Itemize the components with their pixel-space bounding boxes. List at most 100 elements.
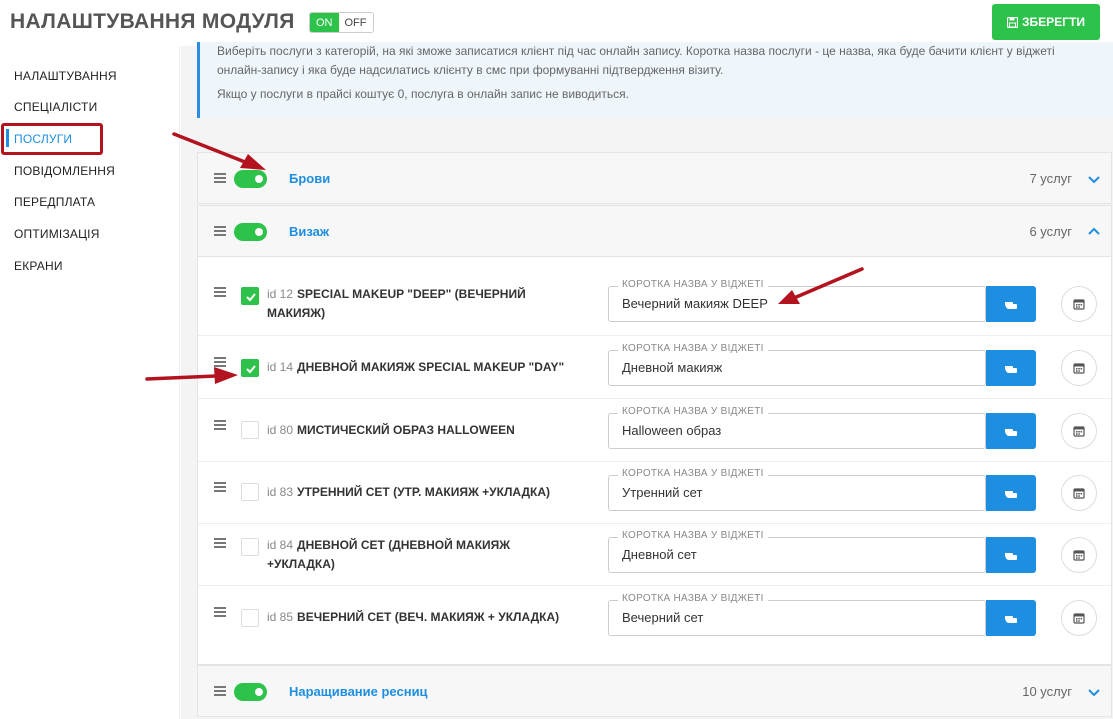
short-name-label: КОРОТКА НАЗВА У ВІДЖЕТІ: [618, 279, 768, 290]
chevron-down-icon[interactable]: [1086, 687, 1102, 699]
sidebar-item-screens[interactable]: ЕКРАНИ: [14, 259, 63, 273]
calendar-icon: [1073, 488, 1085, 499]
toggle-off-option[interactable]: OFF: [338, 13, 373, 32]
service-checkbox[interactable]: [241, 609, 259, 627]
service-checkbox[interactable]: [241, 538, 259, 556]
service-name-block: id 83 УТРЕННИЙ СЕТ (УТР. МАКИЯЖ +УКЛАДКА): [267, 483, 597, 502]
sidebar-item-optimization[interactable]: ОПТИМІЗАЦІЯ: [14, 227, 100, 241]
category-count: 6 услуг: [1029, 224, 1072, 239]
service-row: id 84 ДНЕВНОЙ СЕТ (ДНЕВНОЙ МАКИЯЖ +УКЛАДК…: [198, 524, 1111, 586]
calendar-button[interactable]: [1061, 350, 1097, 386]
service-id: id 84: [267, 538, 294, 552]
service-name-block: id 14 ДНЕВНОЙ МАКИЯЖ SPECIAL MAKEUP "DAY": [267, 358, 597, 377]
service-name: SPECIAL MAKEUP "DEEP" (ВЕЧЕРНИЙ МАКИЯЖ): [267, 287, 526, 320]
service-checkbox[interactable]: [241, 483, 259, 501]
short-name-input[interactable]: [622, 360, 982, 375]
info-text-line: Якщо у послуги в прайсі коштує 0, послуг…: [217, 87, 629, 101]
drag-handle-icon[interactable]: [214, 686, 226, 696]
hand-pointer-icon: [1005, 616, 1017, 623]
calendar-icon: [1073, 363, 1085, 374]
calendar-icon: [1073, 426, 1085, 437]
annotation-arrow-icon: [172, 132, 266, 170]
service-row: id 12 SPECIAL MAKEUP "DEEP" (ВЕЧЕРНИЙ МАК…: [198, 269, 1111, 336]
module-toggle[interactable]: ON OFF: [309, 12, 374, 33]
drag-handle-icon[interactable]: [214, 226, 226, 236]
calendar-icon: [1073, 550, 1085, 561]
sidebar-item-subscription[interactable]: ПЕРЕДПЛАТА: [14, 195, 95, 209]
calendar-button[interactable]: [1061, 413, 1097, 449]
toggle-on-option[interactable]: ON: [310, 13, 339, 32]
short-name-input[interactable]: [622, 485, 982, 500]
short-name-field[interactable]: КОРОТКА НАЗВА У ВІДЖЕТІ: [608, 530, 986, 573]
calendar-button[interactable]: [1061, 475, 1097, 511]
category-count: 10 услуг: [1022, 684, 1072, 699]
pointer-button[interactable]: [986, 286, 1036, 322]
hand-pointer-icon: [1005, 429, 1017, 436]
hand-pointer-icon: [1005, 302, 1017, 309]
drag-handle-icon[interactable]: [214, 607, 226, 617]
hand-pointer-icon: [1005, 366, 1017, 373]
service-name: МИСТИЧЕСКИЙ ОБРАЗ HALLOWEEN: [297, 423, 515, 437]
service-row: id 83 УТРЕННИЙ СЕТ (УТР. МАКИЯЖ +УКЛАДКА)…: [198, 462, 1111, 524]
calendar-button[interactable]: [1061, 537, 1097, 573]
service-name: ВЕЧЕРНИЙ СЕТ (ВЕЧ. МАКИЯЖ + УКЛАДКА): [297, 610, 560, 624]
category-row-lashes[interactable]: Наращивание ресниц 10 услуг: [197, 665, 1112, 717]
sidebar-item-settings[interactable]: НАЛАШТУВАННЯ: [14, 69, 117, 83]
annotation-arrow-icon: [145, 367, 238, 384]
category-row-makeup[interactable]: Визаж 6 услуг: [197, 205, 1112, 257]
chevron-down-icon[interactable]: [1086, 174, 1102, 186]
service-name: УТРЕННИЙ СЕТ (УТР. МАКИЯЖ +УКЛАДКА): [297, 485, 551, 499]
service-row: id 80 МИСТИЧЕСКИЙ ОБРАЗ HALLOWEEN КОРОТКА…: [198, 400, 1111, 462]
pointer-button[interactable]: [986, 537, 1036, 573]
category-name[interactable]: Визаж: [289, 224, 329, 239]
service-id: id 83: [267, 485, 294, 499]
pointer-button[interactable]: [986, 475, 1036, 511]
short-name-input[interactable]: [622, 610, 982, 625]
service-checkbox[interactable]: [241, 287, 259, 305]
short-name-label: КОРОТКА НАЗВА У ВІДЖЕТІ: [618, 530, 768, 541]
chevron-up-icon[interactable]: [1086, 225, 1102, 237]
calendar-button[interactable]: [1061, 600, 1097, 636]
short-name-input[interactable]: [622, 423, 982, 438]
service-name: ДНЕВНОЙ МАКИЯЖ SPECIAL MAKEUP "DAY": [297, 360, 565, 374]
category-toggle-switch[interactable]: [234, 223, 267, 241]
drag-handle-icon[interactable]: [214, 287, 226, 297]
service-name-block: id 12 SPECIAL MAKEUP "DEEP" (ВЕЧЕРНИЙ МАК…: [267, 285, 537, 323]
service-checkbox[interactable]: [241, 359, 259, 377]
sidebar-item-notifications[interactable]: ПОВІДОМЛЕННЯ: [14, 164, 115, 178]
pointer-button[interactable]: [986, 600, 1036, 636]
check-icon: [246, 365, 256, 374]
calendar-icon: [1073, 299, 1085, 310]
service-id: id 85: [267, 610, 294, 624]
pointer-button[interactable]: [986, 413, 1036, 449]
info-box: Виберіть послуги з категорій, на які змо…: [197, 42, 1113, 118]
drag-handle-icon[interactable]: [214, 538, 226, 548]
service-id: id 12: [267, 287, 294, 301]
category-name[interactable]: Наращивание ресниц: [289, 684, 428, 699]
sidebar-item-specialists[interactable]: СПЕЦІАЛІСТИ: [14, 100, 97, 114]
drag-handle-icon[interactable]: [214, 420, 226, 430]
save-button[interactable]: ЗБЕРЕГТИ: [992, 4, 1100, 40]
service-row: id 85 ВЕЧЕРНИЙ СЕТ (ВЕЧ. МАКИЯЖ + УКЛАДКА…: [198, 587, 1111, 655]
short-name-field[interactable]: КОРОТКА НАЗВА У ВІДЖЕТІ: [608, 406, 986, 449]
short-name-field[interactable]: КОРОТКА НАЗВА У ВІДЖЕТІ: [608, 593, 986, 636]
short-name-input[interactable]: [622, 547, 982, 562]
short-name-field[interactable]: КОРОТКА НАЗВА У ВІДЖЕТІ: [608, 468, 986, 511]
service-name: ДНЕВНОЙ СЕТ (ДНЕВНОЙ МАКИЯЖ +УКЛАДКА): [267, 538, 511, 571]
category-row-brows[interactable]: Брови 7 услуг: [197, 152, 1112, 204]
drag-handle-icon[interactable]: [214, 482, 226, 492]
service-checkbox[interactable]: [241, 421, 259, 439]
page-title: НАЛАШТУВАННЯ МОДУЛЯ: [10, 10, 295, 33]
service-name-block: id 85 ВЕЧЕРНИЙ СЕТ (ВЕЧ. МАКИЯЖ + УКЛАДКА…: [267, 608, 597, 627]
short-name-field[interactable]: КОРОТКА НАЗВА У ВІДЖЕТІ: [608, 343, 986, 386]
category-toggle-switch[interactable]: [234, 683, 267, 701]
pointer-button[interactable]: [986, 350, 1036, 386]
save-icon: [1007, 16, 1019, 28]
service-row: id 14 ДНЕВНОЙ МАКИЯЖ SPECIAL MAKEUP "DAY"…: [198, 337, 1111, 399]
info-text-line: онлайн-запису і яка буде надсилатись клі…: [217, 63, 724, 77]
info-text-line: Виберіть послуги з категорій, на які змо…: [217, 44, 1055, 58]
calendar-button[interactable]: [1061, 286, 1097, 322]
category-name[interactable]: Брови: [289, 171, 330, 186]
service-id: id 14: [267, 360, 294, 374]
save-button-label: ЗБЕРЕГТИ: [1022, 15, 1085, 29]
